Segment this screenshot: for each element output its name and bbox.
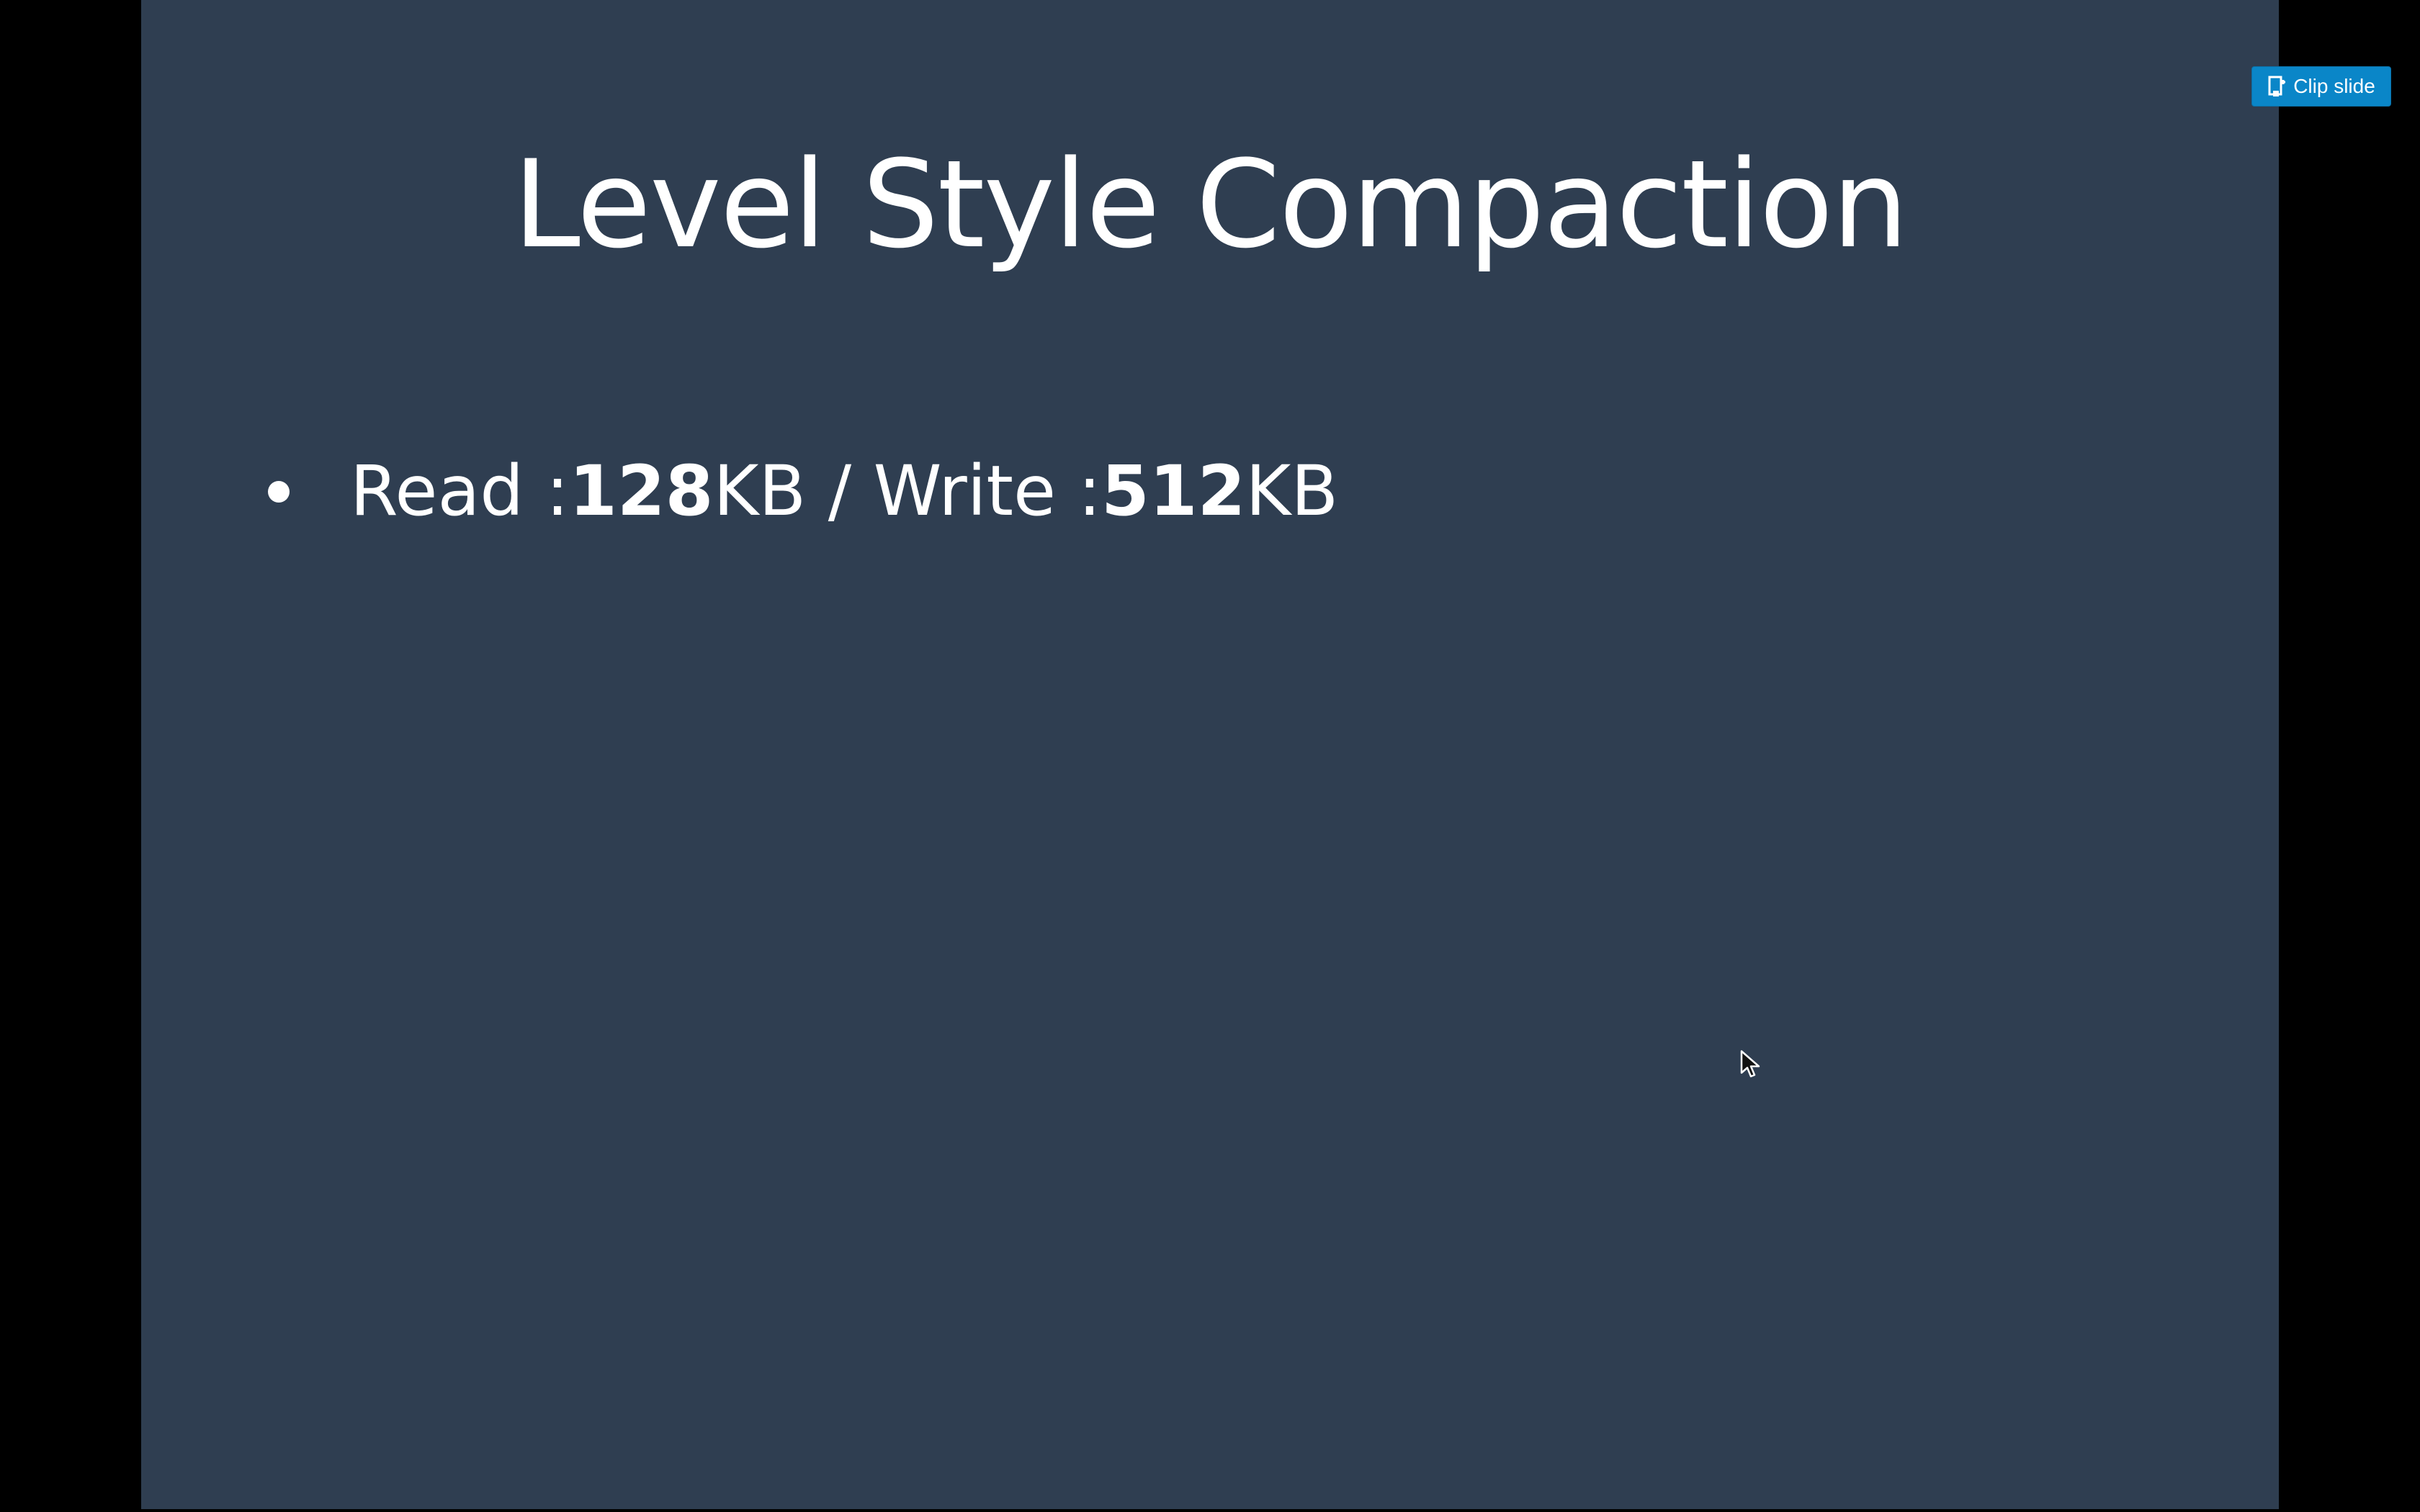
slide-title: Level Style Compaction bbox=[513, 134, 1909, 275]
clip-slide-icon bbox=[2267, 75, 2287, 98]
bullet-list: Read : 128 KB / Write : 512 KB bbox=[268, 451, 1339, 531]
mouse-pointer-icon bbox=[1740, 1050, 1763, 1079]
read-value: 128 bbox=[569, 451, 714, 531]
clip-slide-button[interactable]: Clip slide bbox=[2251, 66, 2391, 107]
slide-viewer: Level Style Compaction Read : 128 KB / Wr… bbox=[0, 0, 2420, 1512]
clip-slide-label: Clip slide bbox=[2293, 75, 2375, 97]
write-unit: KB bbox=[1245, 451, 1339, 531]
read-label: Read : bbox=[350, 451, 570, 531]
read-unit-write-label: KB / Write : bbox=[713, 451, 1101, 531]
bullet-dot-icon bbox=[268, 480, 290, 503]
slide: Level Style Compaction Read : 128 KB / Wr… bbox=[141, 0, 2279, 1509]
bullet-item: Read : 128 KB / Write : 512 KB bbox=[268, 451, 1339, 531]
write-value: 512 bbox=[1101, 451, 1246, 531]
